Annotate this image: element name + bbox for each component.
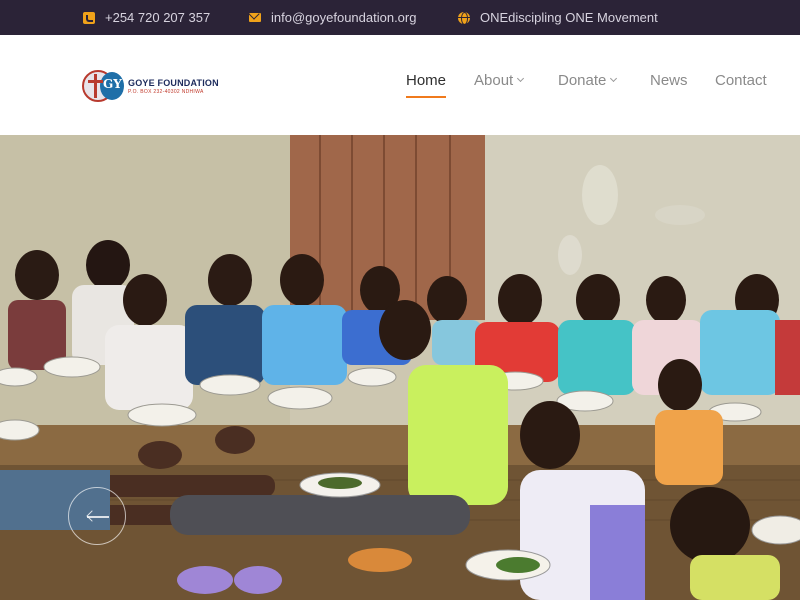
chevron-down-icon xyxy=(610,74,618,83)
site-logo[interactable]: GY GOYE FOUNDATION P.O. BOX 232-40302 ND… xyxy=(80,68,219,104)
nav-about-label[interactable]: About xyxy=(474,72,513,89)
nav-contact[interactable]: Contact xyxy=(715,72,767,89)
nav-home-label[interactable]: Home xyxy=(406,72,446,89)
globe-icon xyxy=(458,11,470,25)
logo-name: GOYE FOUNDATION xyxy=(128,77,219,88)
movement-link[interactable]: ONEdiscipling ONE Movement xyxy=(480,10,658,25)
nav-donate-label[interactable]: Donate xyxy=(558,72,606,89)
phone-icon xyxy=(83,11,95,24)
nav-news[interactable]: News xyxy=(650,72,688,89)
slider-prev-button[interactable] xyxy=(68,487,126,545)
topbar-phone[interactable]: +254 720 207 357 xyxy=(83,0,210,35)
mail-icon xyxy=(249,13,261,22)
nav-active-indicator xyxy=(406,96,446,98)
phone-number[interactable]: +254 720 207 357 xyxy=(105,10,210,25)
logo-mark: GY xyxy=(80,68,126,104)
logo-mark-text: GY xyxy=(103,77,122,91)
nav-contact-label[interactable]: Contact xyxy=(715,72,767,89)
logo-tagline: P.O. BOX 232-40302 NDHIWA xyxy=(128,88,204,95)
site-header: GY GOYE FOUNDATION P.O. BOX 232-40302 ND… xyxy=(0,35,800,135)
nav-about[interactable]: About xyxy=(474,72,525,89)
hero-slider[interactable] xyxy=(0,135,800,600)
email-address[interactable]: info@goyefoundation.org xyxy=(271,10,416,25)
nav-news-label[interactable]: News xyxy=(650,72,688,89)
nav-donate[interactable]: Donate xyxy=(558,72,618,89)
topbar-email[interactable]: info@goyefoundation.org xyxy=(249,0,416,35)
chevron-down-icon xyxy=(517,74,525,83)
nav-home[interactable]: Home xyxy=(406,72,446,89)
topbar-movement[interactable]: ONEdiscipling ONE Movement xyxy=(458,0,658,35)
top-info-bar: +254 720 207 357 info@goyefoundation.org… xyxy=(0,0,800,35)
